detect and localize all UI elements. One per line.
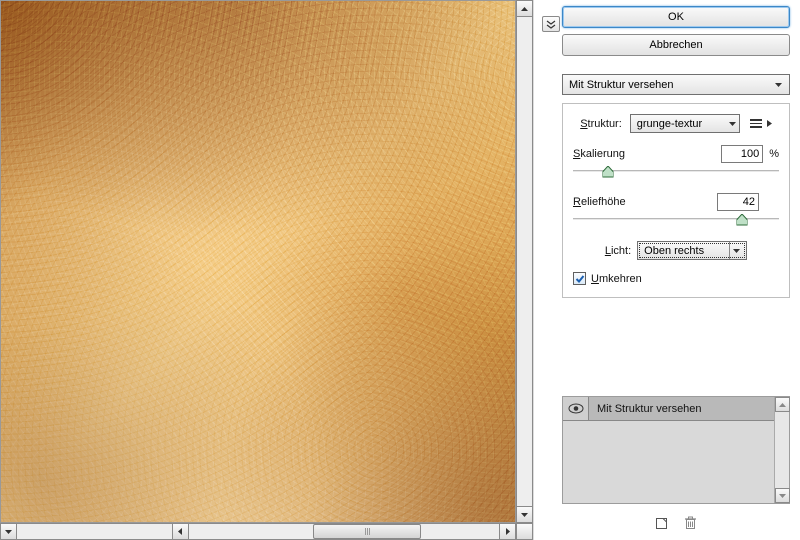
hscroll-track-left[interactable] (17, 523, 172, 540)
scaling-input[interactable] (721, 145, 763, 163)
effect-layers-panel: Mit Struktur versehen (562, 396, 790, 504)
scroll-corner (516, 523, 533, 540)
zoom-menu-button[interactable] (0, 523, 17, 540)
relief-label: Reliefhöhe (573, 196, 626, 208)
layers-scrollbar[interactable] (774, 397, 789, 503)
scaling-label: Skalierung (573, 148, 625, 160)
chevron-right-icon (767, 120, 772, 127)
collapse-panel-button[interactable] (542, 16, 560, 32)
invert-checkbox[interactable]: Umkehren (573, 272, 779, 285)
structure-value: grunge-textur (637, 118, 725, 130)
scroll-up-button[interactable] (516, 0, 533, 17)
check-icon (575, 274, 585, 284)
scaling-unit: % (769, 148, 779, 160)
vscroll-track[interactable] (516, 17, 533, 506)
light-value: Oben rechts (644, 245, 725, 257)
scroll-down-button[interactable] (516, 506, 533, 523)
scroll-left-button[interactable] (172, 523, 189, 540)
light-dropdown[interactable]: Oben rechts (637, 241, 747, 260)
scroll-right-button[interactable] (499, 523, 516, 540)
slider-thumb[interactable] (736, 214, 747, 226)
structure-dropdown[interactable]: grunge-textur (630, 114, 740, 133)
effect-layer-label: Mit Struktur versehen (589, 403, 702, 415)
filter-dropdown-label: Mit Struktur versehen (569, 79, 674, 91)
visibility-toggle[interactable] (563, 397, 589, 420)
slider-thumb[interactable] (603, 166, 614, 178)
scroll-up-button[interactable] (775, 397, 790, 412)
effect-layer-row[interactable]: Mit Struktur versehen (563, 397, 774, 421)
light-label: Licht: (605, 245, 631, 257)
preview-canvas[interactable] (0, 0, 516, 523)
new-effect-layer-button[interactable] (655, 517, 670, 530)
preview-region (0, 0, 534, 540)
slider-track (573, 218, 779, 220)
texture-preview (1, 1, 515, 522)
structure-flyout-button[interactable] (748, 119, 772, 128)
settings-panel: Struktur: grunge-textur Skalierung (562, 103, 790, 298)
delete-effect-layer-button[interactable] (684, 516, 697, 530)
checkbox-box (573, 272, 586, 285)
structure-label: Struktur: (580, 118, 622, 130)
scroll-down-button[interactable] (775, 488, 790, 503)
chevron-down-icon (733, 249, 740, 253)
hscroll-thumb[interactable] (313, 524, 422, 539)
invert-label: Umkehren (591, 273, 642, 285)
chevron-down-icon (729, 122, 736, 126)
filter-dropdown[interactable]: Mit Struktur versehen (562, 74, 790, 95)
ok-button[interactable]: OK (562, 6, 790, 28)
scaling-slider[interactable] (573, 167, 779, 181)
menu-icon (748, 119, 764, 128)
cancel-button[interactable]: Abbrechen (562, 34, 790, 56)
relief-input[interactable] (717, 193, 759, 211)
vertical-scrollbar[interactable] (516, 0, 533, 523)
hscroll-track[interactable] (189, 523, 499, 540)
chevron-down-icon (771, 83, 785, 87)
eye-icon (568, 403, 584, 414)
relief-slider[interactable] (573, 215, 779, 229)
